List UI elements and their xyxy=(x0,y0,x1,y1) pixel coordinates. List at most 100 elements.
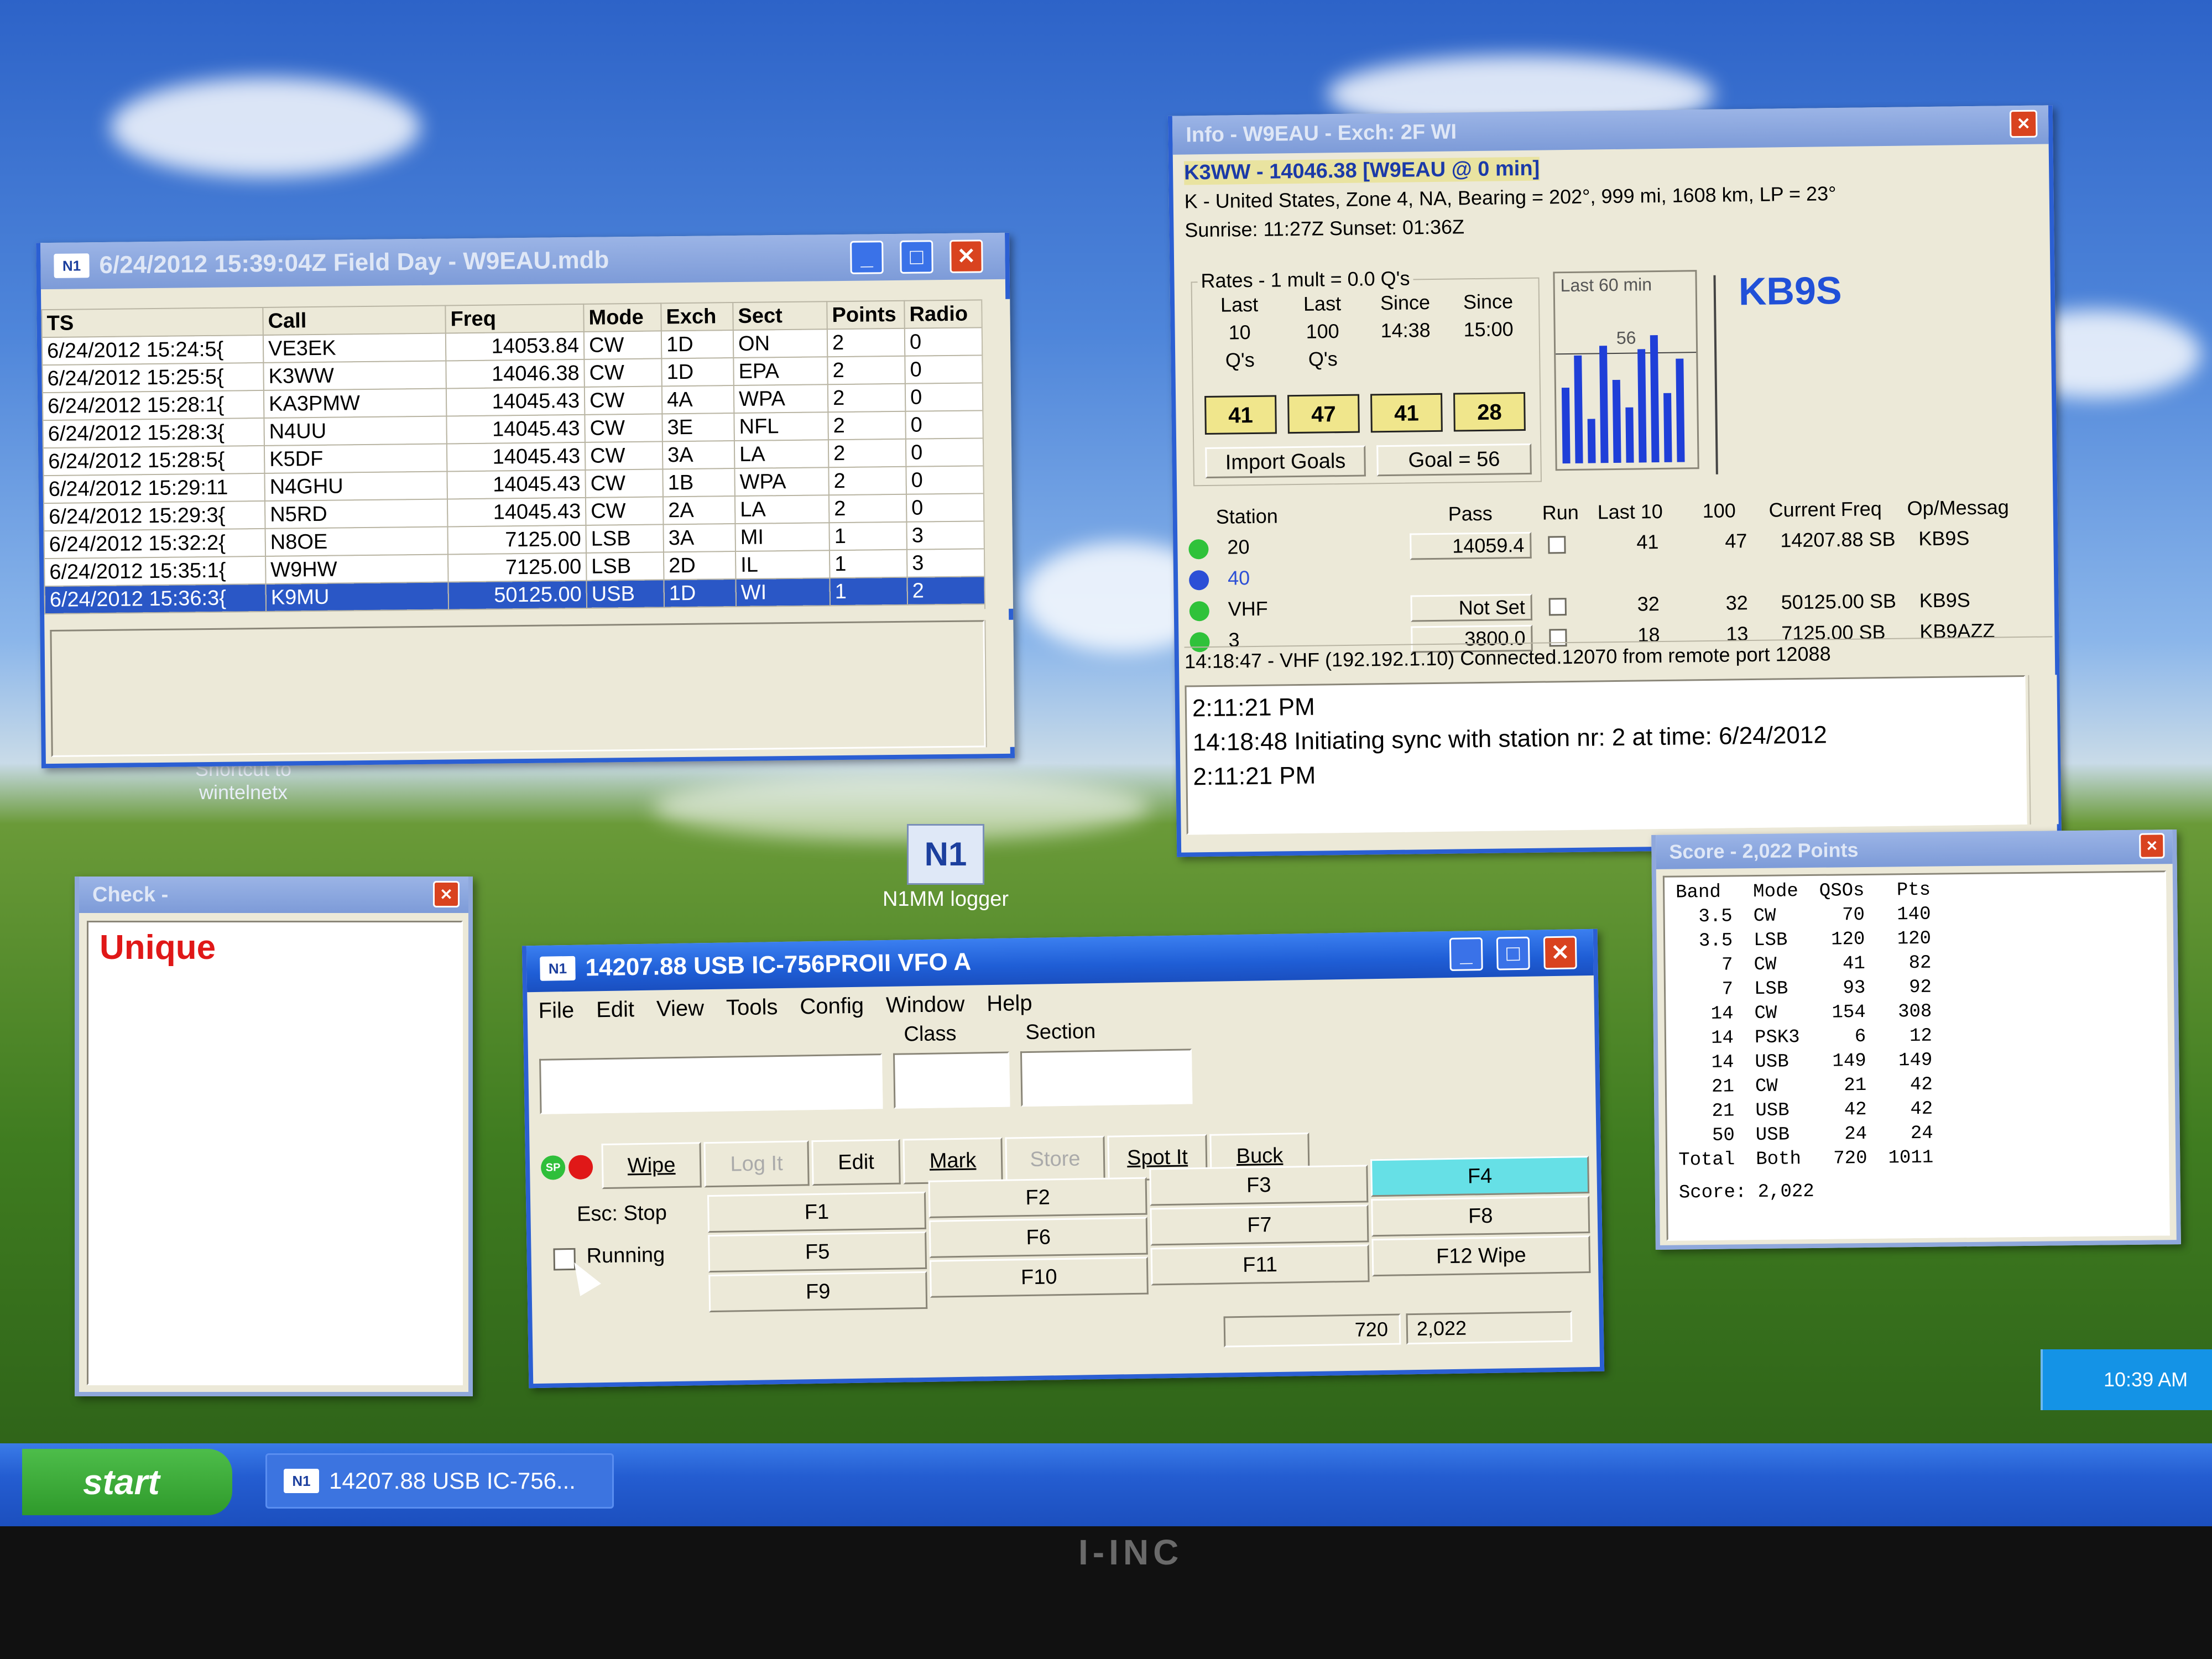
f1-button[interactable]: F1 xyxy=(707,1191,926,1233)
station-pass[interactable]: Not Set xyxy=(1410,593,1533,622)
menu-view[interactable]: View xyxy=(656,996,705,1021)
log-column-header[interactable]: TS xyxy=(41,307,263,338)
station-pass[interactable]: 14059.4 xyxy=(1410,531,1532,560)
menu-window[interactable]: Window xyxy=(886,992,965,1018)
info-window-titlebar[interactable]: Info - W9EAU - Exch: 2F WI xyxy=(1172,105,2049,155)
menu-file[interactable]: File xyxy=(538,998,574,1024)
f2-button[interactable]: F2 xyxy=(928,1177,1147,1218)
score-cell: 149 xyxy=(1832,1050,1866,1072)
f7-button[interactable]: F7 xyxy=(1150,1204,1369,1246)
log-cell: 1 xyxy=(829,521,907,551)
close-icon[interactable]: ✕ xyxy=(950,239,983,273)
start-button[interactable]: start xyxy=(22,1449,232,1515)
log-column-header[interactable]: Mode xyxy=(583,303,661,332)
entry-window-titlebar[interactable]: N1 14207.88 USB IC-756PROII VFO A xyxy=(526,928,1594,993)
n1mm-logger-icon[interactable]: N1 xyxy=(907,824,984,885)
f9-button[interactable]: F9 xyxy=(708,1271,928,1313)
log-cell: 2 xyxy=(827,356,905,385)
rate-value: 41 xyxy=(1204,395,1277,435)
rate-bar xyxy=(1650,335,1660,463)
log-scrollbar[interactable] xyxy=(981,299,1014,609)
notes-scrollbar[interactable] xyxy=(984,619,1015,748)
score-cell: 41 xyxy=(1842,953,1866,975)
class-input[interactable] xyxy=(893,1051,1010,1109)
log-column-header[interactable]: Sect xyxy=(733,301,827,331)
score-cell: CW xyxy=(1754,1003,1777,1025)
n1mm-logo-icon: N1 xyxy=(284,1469,319,1493)
log-cell: CW xyxy=(583,331,662,359)
log-cell: 7125.00 xyxy=(447,525,586,555)
log-cell: 0 xyxy=(905,410,983,439)
menu-edit[interactable]: Edit xyxy=(596,997,635,1022)
esc-stop-button[interactable]: Esc: Stop xyxy=(541,1193,702,1234)
log-column-header[interactable]: Freq xyxy=(445,304,584,333)
separator xyxy=(1713,275,1719,474)
callsign-input[interactable] xyxy=(539,1053,883,1114)
log-column-header[interactable]: Call xyxy=(263,305,446,335)
store-button[interactable]: Store xyxy=(1005,1135,1105,1183)
station-header: Last 10 xyxy=(1597,499,1663,524)
f5-button[interactable]: F5 xyxy=(708,1231,927,1273)
log-cell: 0 xyxy=(906,493,984,522)
station-op: KB9S xyxy=(1919,588,1970,612)
score-cell: CW xyxy=(1755,1076,1778,1098)
close-icon[interactable]: ✕ xyxy=(2139,833,2165,859)
close-icon[interactable]: ✕ xyxy=(433,881,460,907)
score-row: 14 USB 149 149 xyxy=(1672,1048,1948,1075)
maximize-icon[interactable]: □ xyxy=(1496,936,1530,971)
check-window-titlebar[interactable]: Check - xyxy=(79,877,468,913)
log-cell: 3 xyxy=(906,521,984,550)
f10-button[interactable]: F10 xyxy=(929,1256,1149,1298)
run-checkbox[interactable] xyxy=(1548,598,1567,616)
log-it-button[interactable]: Log It xyxy=(703,1140,810,1188)
score-row: 21 CW 21 42 xyxy=(1672,1072,1948,1099)
log-column-header[interactable]: Radio xyxy=(904,300,982,328)
score-window-titlebar[interactable]: Score - 2,022 Points xyxy=(1656,830,2173,869)
f6-button[interactable]: F6 xyxy=(928,1217,1148,1258)
edit-button[interactable]: Edit xyxy=(811,1139,901,1186)
f12-wipe-button[interactable]: F12 Wipe xyxy=(1371,1235,1591,1277)
menu-help[interactable]: Help xyxy=(987,991,1032,1016)
goal-button[interactable]: Goal = 56 xyxy=(1376,443,1532,477)
message-scrollbar[interactable] xyxy=(2028,675,2059,825)
f8-button[interactable]: F8 xyxy=(1371,1196,1590,1237)
log-table: TS Call Freq Mode Exch Sect Points Radio 6/24/2… xyxy=(41,299,985,614)
close-icon[interactable]: ✕ xyxy=(1543,936,1577,970)
log-cell: MI xyxy=(735,523,830,552)
rate-header: Last xyxy=(1220,293,1259,316)
f11-button[interactable]: F11 xyxy=(1150,1244,1370,1286)
maximize-icon[interactable]: □ xyxy=(900,240,933,274)
country-line: K - United States, Zone 4, NA, Bearing =… xyxy=(1184,182,1837,213)
f4-button[interactable]: F4 xyxy=(1370,1156,1590,1197)
mark-button[interactable]: Mark xyxy=(902,1137,1003,1185)
log-cell: LSB xyxy=(586,552,664,581)
score-cell: LSB xyxy=(1753,930,1788,952)
log-cell: 6/24/2012 15:28:1{ xyxy=(42,390,264,421)
rate-value: 28 xyxy=(1453,392,1526,432)
operator-callsign: KB9S xyxy=(1738,268,1843,314)
spot-status-icon: SP xyxy=(540,1155,566,1180)
rate-header: 14:38 xyxy=(1380,319,1431,342)
score-row: 14 CW 154 308 xyxy=(1671,999,1947,1026)
log-column-header[interactable]: Exch xyxy=(661,302,733,331)
log-cell: N5RD xyxy=(264,499,448,529)
section-input[interactable] xyxy=(1020,1048,1193,1107)
log-column-header[interactable]: Points xyxy=(827,300,905,330)
close-icon[interactable]: ✕ xyxy=(2009,109,2038,138)
log-cell: 14053.84 xyxy=(445,331,585,361)
score-cell: 21 xyxy=(1712,1100,1735,1122)
f3-button[interactable]: F3 xyxy=(1149,1165,1369,1206)
taskbar-entry-window[interactable]: N1 14207.88 USB IC-756... xyxy=(265,1453,614,1509)
wipe-button[interactable]: Wipe xyxy=(601,1142,702,1190)
menu-config[interactable]: Config xyxy=(800,994,864,1020)
spot-line: K3WW - 14046.38 [W9EAU @ 0 min] xyxy=(1183,156,1540,185)
clock[interactable]: 10:39 AM xyxy=(2104,1368,2188,1391)
minimize-icon[interactable]: _ xyxy=(850,241,884,274)
import-goals-button[interactable]: Import Goals xyxy=(1205,445,1366,479)
status-qsos: 720 xyxy=(1223,1313,1401,1348)
minimize-icon[interactable]: _ xyxy=(1449,937,1483,971)
menu-tools[interactable]: Tools xyxy=(726,995,778,1020)
log-cell: 3 xyxy=(906,549,985,577)
menu-bar: File Edit View Tools Config Window Help xyxy=(538,991,1032,1024)
run-checkbox[interactable] xyxy=(1548,536,1566,554)
